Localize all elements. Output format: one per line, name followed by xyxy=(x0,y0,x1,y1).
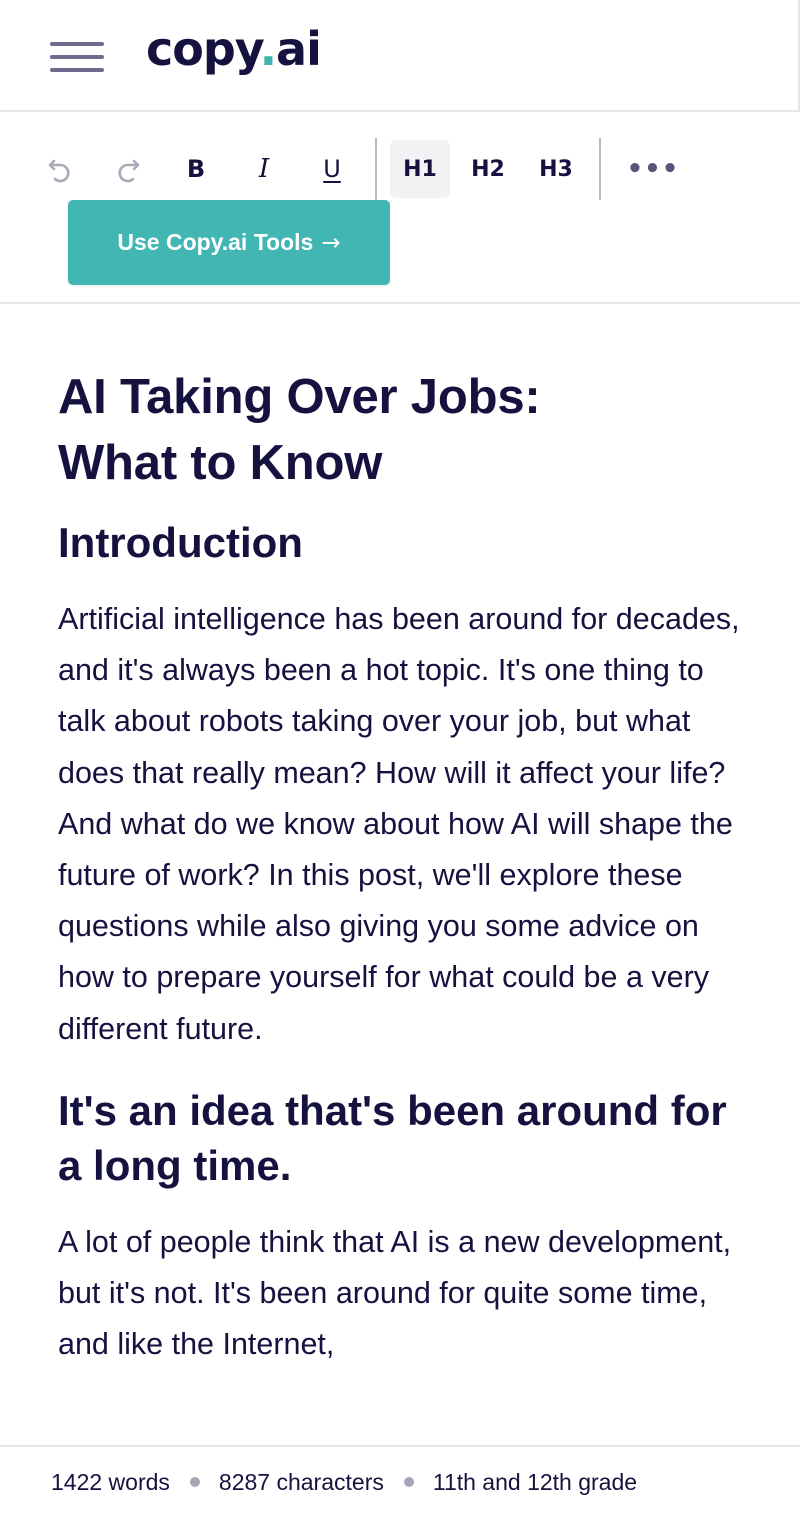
arrow-right-icon: → xyxy=(321,229,341,256)
document-title[interactable]: AI Taking Over Jobs: What to Know xyxy=(58,364,758,496)
logo-text-copy: copy xyxy=(146,22,261,76)
character-count: 8287 characters xyxy=(218,1468,384,1495)
copyai-logo[interactable]: copy.ai xyxy=(146,22,322,76)
logo-dot: . xyxy=(259,22,278,76)
hamburger-line xyxy=(50,42,104,46)
readability-grade: 11th and 12th grade xyxy=(432,1468,638,1495)
word-count: 1422 words xyxy=(51,1468,170,1495)
cta-label: Use Copy.ai Tools xyxy=(117,229,314,255)
redo-arrow-svg xyxy=(118,159,140,183)
undo-arrow-svg xyxy=(48,159,70,183)
heading-2-button[interactable]: H2 xyxy=(458,140,518,198)
heading-1-button[interactable]: H1 xyxy=(390,140,450,198)
italic-button[interactable]: I xyxy=(244,140,284,198)
hamburger-menu-icon[interactable] xyxy=(50,40,104,74)
section-heading-long-time[interactable]: It's an idea that's been around for a lo… xyxy=(58,1083,758,1193)
underline-button[interactable]: U xyxy=(312,140,352,198)
toolbar-divider xyxy=(599,138,601,200)
hamburger-line xyxy=(50,68,104,72)
bold-button[interactable]: B xyxy=(176,140,216,198)
redo-icon[interactable] xyxy=(106,140,150,198)
logo-text-ai: ai xyxy=(276,22,322,76)
use-copyai-tools-button[interactable]: Use Copy.ai Tools → xyxy=(68,200,390,285)
title-line-2: What to Know xyxy=(58,436,383,490)
section-heading-introduction[interactable]: Introduction xyxy=(58,516,758,570)
bullet-separator xyxy=(189,1477,200,1487)
hamburger-line xyxy=(50,55,104,59)
undo-icon[interactable] xyxy=(38,140,82,198)
editor-app: copy.ai B I U H1 H2 H3 ••• Use Copy.ai T… xyxy=(0,0,800,1517)
paragraph-introduction[interactable]: Artificial intelligence has been around … xyxy=(58,594,758,1055)
bullet-separator xyxy=(403,1477,414,1487)
app-header: copy.ai xyxy=(0,0,800,112)
document-editor[interactable]: AI Taking Over Jobs: What to Know Introd… xyxy=(58,364,758,1370)
paragraph-long-time[interactable]: A lot of people think that AI is a new d… xyxy=(58,1217,758,1371)
heading-3-button[interactable]: H3 xyxy=(526,140,586,198)
title-line-1: AI Taking Over Jobs: xyxy=(58,370,541,424)
toolbar-divider xyxy=(375,138,377,200)
more-options-icon[interactable]: ••• xyxy=(622,140,684,198)
document-stats-bar: 1422 words 8287 characters 11th and 12th… xyxy=(0,1445,800,1517)
formatting-toolbar: B I U H1 H2 H3 ••• Use Copy.ai Tools → xyxy=(0,112,800,304)
